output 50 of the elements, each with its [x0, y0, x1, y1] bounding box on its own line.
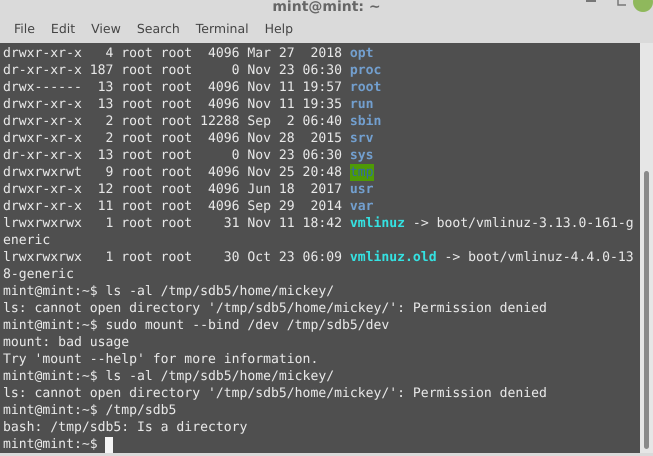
terminal-text: lrwxrwxrwx 1 root root 30 Oct 23 06:09 [3, 249, 343, 266]
terminal-area[interactable] [0, 43, 640, 453]
terminal-text: ls: cannot open directory '/tmp/sdb5/home/mickey/': Permission denied [3, 300, 547, 317]
terminal-text: mint@mint:~$ ls -al /tmp/sdb5/home/mickey/ [3, 283, 334, 300]
terminal-text: drwxrwxrwt 9 root root 4096 Nov 25 20:48 [3, 164, 343, 181]
directory-name: run [350, 96, 374, 113]
scrollbar[interactable] [640, 43, 653, 453]
directory-name: srv [350, 130, 374, 147]
minimize-icon[interactable] [586, 0, 596, 4]
terminal-text: 8-generic [3, 266, 74, 283]
maximize-icon[interactable] [617, 0, 627, 6]
menu-item[interactable]: File [6, 21, 43, 36]
scrollbar-thumb[interactable] [644, 171, 649, 449]
menu-item[interactable]: Search [128, 21, 188, 36]
directory-name: sbin [350, 113, 382, 130]
directory-name: usr [350, 181, 374, 198]
terminal-text: -> boot/vmlinuz-4.4.0-13 [443, 249, 634, 266]
terminal-text: mint@mint:~$ /tmp/sdb5 [3, 402, 176, 419]
terminal-text: Try 'mount --help' for more information. [3, 351, 318, 368]
directory-name: var [350, 198, 374, 215]
terminal-text: -> boot/vmlinuz-3.13.0-161-g [412, 215, 634, 232]
menu-item[interactable]: View [83, 21, 129, 36]
menu-item[interactable]: Edit [42, 21, 84, 36]
terminal-text: drwxr-xr-x 2 root root 12288 Sep 2 06:40 [3, 113, 343, 130]
terminal-text: dr-xr-xr-x 13 root root 0 Nov 23 06:30 [3, 147, 343, 164]
symlink-name: vmlinuz [350, 215, 406, 232]
window-title: mint@mint: ~ [272, 0, 381, 14]
menu-item[interactable]: Help [256, 21, 302, 36]
terminal-text: drwxr-xr-x 11 root root 4096 Sep 29 2014 [3, 198, 343, 215]
terminal-text: dr-xr-xr-x 187 root root 0 Nov 23 06:30 [3, 62, 343, 79]
symlink-name: vmlinuz.old [350, 249, 437, 266]
terminal-text: bash: /tmp/sdb5: Is a directory [3, 419, 248, 436]
terminal-text: mint@mint:~$ sudo mount --bind /dev /tmp/sdb5/dev [3, 317, 390, 334]
directory-name: proc [350, 62, 382, 79]
terminal-text: drwxr-xr-x 13 root root 4096 Nov 11 19:35 [3, 96, 343, 113]
directory-name: tmp [350, 164, 374, 181]
directory-name: opt [350, 45, 374, 62]
terminal-text: ls: cannot open directory '/tmp/sdb5/home/mickey/': Permission denied [3, 385, 547, 402]
terminal-text: drwxr-xr-x 12 root root 4096 Jun 18 2017 [3, 181, 343, 198]
terminal-text: mount: bad usage [3, 334, 130, 351]
terminal-text: drwxr-xr-x 2 root root 4096 Nov 28 2015 [3, 130, 343, 147]
terminal-text: drwx------ 13 root root 4096 Nov 11 19:57 [3, 79, 343, 96]
terminal-text: mint@mint:~$ [3, 436, 99, 453]
terminal-text: drwxr-xr-x 4 root root 4096 Mar 27 2018 [3, 45, 343, 62]
directory-name: root [350, 79, 382, 96]
terminal-text: eneric [3, 232, 50, 249]
menu-item[interactable]: Terminal [188, 21, 257, 36]
directory-name: sys [350, 147, 374, 164]
terminal-text: mint@mint:~$ ls -al /tmp/sdb5/home/mickey/ [3, 368, 334, 385]
terminal-text: lrwxrwxrwx 1 root root 31 Nov 11 18:42 [3, 215, 343, 232]
